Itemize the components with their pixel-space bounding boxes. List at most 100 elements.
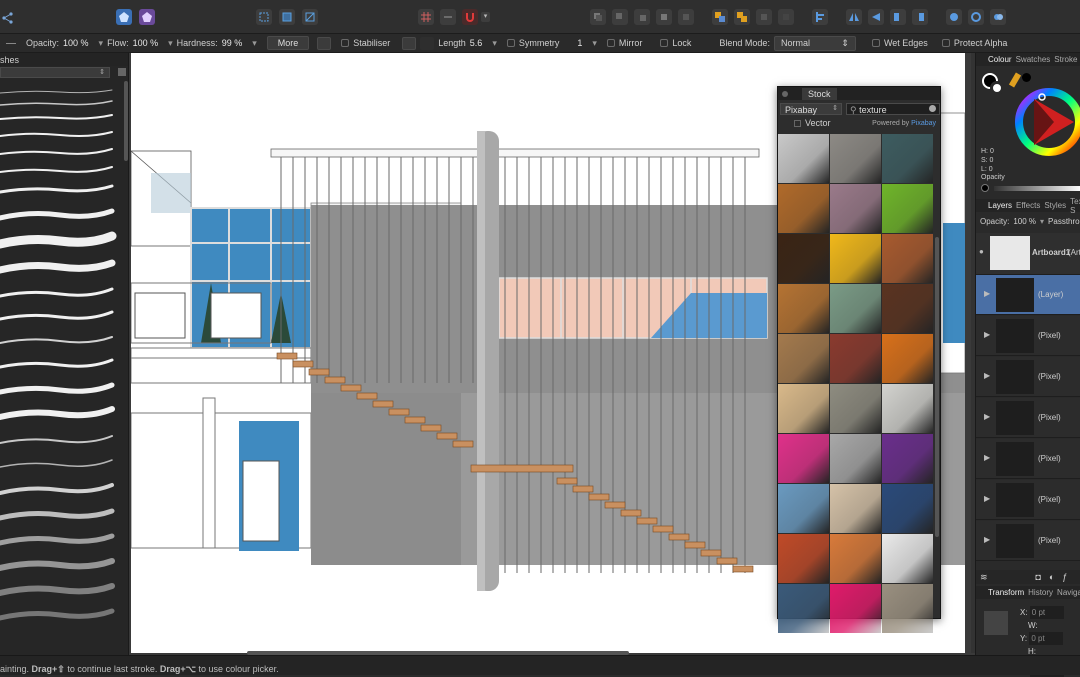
stroke-colour-swatch[interactable] xyxy=(990,81,1004,95)
tab-history[interactable]: History xyxy=(1028,588,1053,597)
expand-arrow-icon[interactable]: ▶ xyxy=(984,412,990,421)
stabiliser-rope-icon[interactable] xyxy=(402,36,417,50)
clear-search-icon[interactable] xyxy=(929,105,936,112)
selection-grid-icon[interactable] xyxy=(256,9,272,25)
fx-icon[interactable]: ƒ xyxy=(1062,572,1067,582)
assistant-icon[interactable] xyxy=(946,9,962,25)
artboard-layer-row[interactable]: ● Artboard1 (Artb xyxy=(976,233,1080,275)
stock-scrollbar[interactable] xyxy=(935,237,939,537)
align-left-icon[interactable] xyxy=(812,9,828,25)
tab-effects[interactable]: Effects xyxy=(1016,201,1040,210)
layer-row[interactable]: ▶ (Layer) xyxy=(976,275,1080,315)
grid-icon[interactable] xyxy=(418,9,434,25)
protect-alpha-checkbox[interactable] xyxy=(941,39,950,47)
tab-layers[interactable]: Layers xyxy=(988,201,1012,210)
colour-opacity-slider[interactable] xyxy=(994,186,1080,191)
layers-opacity-field[interactable]: 100 % xyxy=(1013,217,1036,226)
opacity-field[interactable]: 100 % xyxy=(63,38,89,48)
x-field[interactable]: 0 pt xyxy=(1029,606,1064,619)
layer-row[interactable]: ▶ (Pixel) xyxy=(976,316,1080,356)
wet-edges-checkbox[interactable] xyxy=(871,39,880,47)
stock-result-tile[interactable] xyxy=(778,134,829,183)
blend-mode-select[interactable]: Normal ⇕ xyxy=(773,35,856,51)
brush-category-select[interactable]: ⇕ xyxy=(0,67,110,78)
stock-search-input[interactable]: ⚲ texture xyxy=(846,103,940,115)
selection-refine-icon[interactable] xyxy=(302,9,318,25)
tab-text-styles[interactable]: Text S xyxy=(1070,197,1080,215)
visibility-icon[interactable]: ● xyxy=(979,247,984,256)
stock-result-tile[interactable] xyxy=(778,234,829,283)
more-button[interactable]: More xyxy=(266,36,310,50)
layers-blend-select[interactable]: Passthrough xyxy=(1048,217,1080,226)
studio-link-icon[interactable] xyxy=(968,9,984,25)
stock-result-tile[interactable] xyxy=(830,234,881,283)
symmetry-stepper-icon[interactable]: ▾ xyxy=(592,38,597,49)
stock-result-tile[interactable] xyxy=(778,334,829,383)
layer-row[interactable]: ▶ (Pixel) xyxy=(976,357,1080,397)
arrange-backward-icon[interactable] xyxy=(612,9,628,25)
stock-result-tile[interactable] xyxy=(830,284,881,333)
align-objects-icon[interactable] xyxy=(712,9,728,25)
snapping-options-icon[interactable] xyxy=(440,9,456,25)
stock-result-tile[interactable] xyxy=(882,484,933,533)
selection-invert-icon[interactable] xyxy=(279,9,295,25)
mirror-checkbox[interactable] xyxy=(606,39,615,47)
arrange-more-icon[interactable] xyxy=(678,9,694,25)
expand-arrow-icon[interactable]: ▶ xyxy=(984,330,990,339)
flip-horizontal-icon[interactable] xyxy=(846,9,862,25)
hardness-field[interactable]: 99 % xyxy=(222,38,243,48)
stock-result-tile[interactable] xyxy=(830,434,881,483)
stock-result-tile[interactable] xyxy=(830,534,881,583)
length-field[interactable]: 5.6 xyxy=(470,38,483,48)
stock-result-tile[interactable] xyxy=(882,434,933,483)
stock-result-tile[interactable] xyxy=(778,434,829,483)
stock-result-tile[interactable] xyxy=(830,184,881,233)
stock-result-tile[interactable] xyxy=(830,334,881,383)
stock-result-tile[interactable] xyxy=(778,584,829,633)
expand-arrow-icon[interactable]: ▶ xyxy=(984,535,990,544)
lock-checkbox[interactable] xyxy=(660,39,669,47)
symmetry-checkbox[interactable] xyxy=(506,39,515,47)
stock-result-tile[interactable] xyxy=(830,484,881,533)
tab-styles[interactable]: Styles xyxy=(1044,201,1066,210)
symmetry-field[interactable]: 1 xyxy=(577,38,582,48)
stock-result-tile[interactable] xyxy=(778,284,829,333)
snapping-dropdown-icon[interactable]: ▾ xyxy=(481,12,490,22)
liquify-persona-icon[interactable] xyxy=(139,9,155,25)
colour-wheel[interactable] xyxy=(1014,87,1080,157)
arrange-front-icon[interactable] xyxy=(656,9,672,25)
opacity-dropdown-icon[interactable]: ▾ xyxy=(99,38,104,49)
stock-result-tile[interactable] xyxy=(778,484,829,533)
arrange-forward-icon[interactable] xyxy=(634,9,650,25)
photo-persona-icon[interactable] xyxy=(116,9,132,25)
close-icon[interactable] xyxy=(782,90,788,97)
tab-navigator[interactable]: Navigator xyxy=(1057,588,1080,597)
snapping-magnet-icon[interactable] xyxy=(462,9,478,25)
expand-arrow-icon[interactable]: ▶ xyxy=(984,494,990,503)
stabiliser-checkbox[interactable] xyxy=(341,39,350,47)
expand-arrow-icon[interactable]: ▶ xyxy=(984,289,990,298)
layer-stack-icon[interactable]: ≋ xyxy=(980,572,988,583)
layer-row[interactable]: ▶ (Pixel) xyxy=(976,480,1080,520)
brushes-panel-menu-icon[interactable] xyxy=(118,68,126,76)
pixabay-link[interactable]: Pixabay xyxy=(911,120,936,127)
stock-result-tile[interactable] xyxy=(882,584,933,633)
layer-row[interactable]: ▶ (Pixel) xyxy=(976,521,1080,561)
stock-result-tile[interactable] xyxy=(882,334,933,383)
boolean-add-icon[interactable] xyxy=(734,9,750,25)
arrange-back-icon[interactable] xyxy=(590,9,606,25)
stock-tab[interactable]: Stock xyxy=(802,87,837,100)
layers-opacity-dropdown-icon[interactable]: ▾ xyxy=(1040,217,1044,226)
flow-field[interactable]: 100 % xyxy=(133,38,159,48)
stock-result-tile[interactable] xyxy=(882,384,933,433)
colour-picker-icon[interactable] xyxy=(1008,72,1022,88)
brush-list[interactable] xyxy=(0,81,125,656)
rotate-left-icon[interactable] xyxy=(890,9,906,25)
tab-colour[interactable]: Colour xyxy=(988,55,1012,64)
flip-vertical-icon[interactable] xyxy=(868,9,884,25)
boolean-subtract-icon[interactable] xyxy=(756,9,772,25)
hardness-dropdown-icon[interactable]: ▾ xyxy=(252,38,257,49)
preferences-icon[interactable] xyxy=(990,9,1006,25)
stock-provider-select[interactable]: Pixabay ⇕ xyxy=(780,103,842,115)
brushes-scrollbar[interactable] xyxy=(124,81,128,161)
